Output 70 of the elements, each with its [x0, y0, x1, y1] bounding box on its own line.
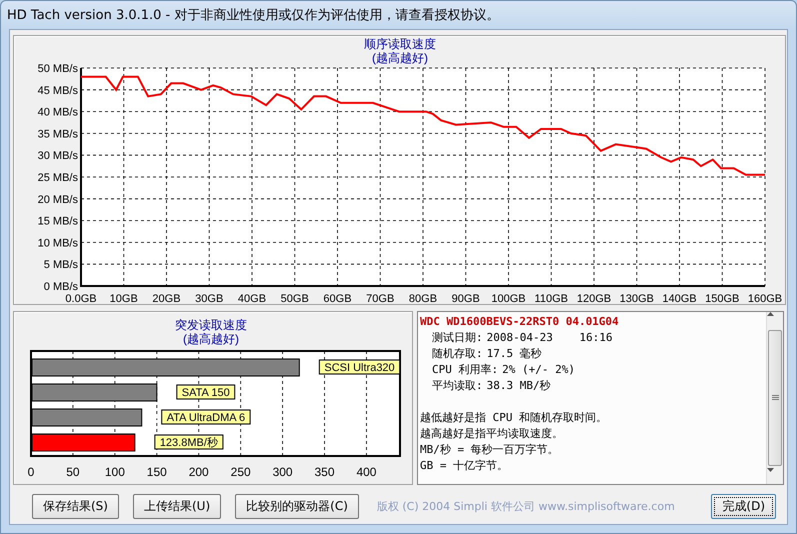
axis-label: 80GB — [408, 293, 438, 304]
axis-label: 30GB — [195, 293, 224, 304]
axis-label: 60GB — [323, 293, 352, 304]
stat-label: 随机存取: — [432, 346, 483, 362]
grip-icon — [772, 395, 778, 401]
chart-title: 顺序读取速度 — [364, 37, 436, 51]
axis-label: 45 MB/s — [38, 84, 78, 97]
axis-label: 40GB — [238, 293, 266, 304]
done-button[interactable]: 完成(D) — [711, 494, 776, 518]
axis-label: 35 MB/s — [38, 128, 78, 140]
axis-label: 120GB — [576, 293, 612, 304]
bar-label: 123.8MB/秒 — [154, 434, 224, 450]
axis-label: 0.0GB — [65, 293, 97, 304]
axis-label: 20GB — [152, 293, 181, 304]
axis-label: 15 MB/s — [38, 216, 78, 228]
axis-label: 50GB — [280, 293, 309, 304]
y-tick-label: 123.8MB/秒 — [160, 437, 218, 449]
axis-label: 10 MB/s — [38, 237, 78, 250]
axis-label: 110GB — [534, 293, 568, 304]
bar-label: SCSI Ultra320 — [318, 360, 400, 374]
axis-label: 50 — [66, 465, 80, 479]
stat-value: 2008-04-23 16:16 — [486, 330, 612, 346]
axis-label: 0 — [28, 465, 34, 479]
axis-label: 5 MB/s — [44, 259, 78, 272]
note-text: GB = 十亿字节。 — [420, 458, 510, 474]
axis-label: 70GB — [366, 293, 394, 304]
copyright-text: 版权 (C) 2004 Simpli 软件公司 www.simplisoftware.com — [376, 498, 676, 514]
y-tick-label: ATA UltraDMA 6 — [166, 412, 246, 424]
note-text: 越高越好是指平均读取速度。 — [420, 426, 564, 442]
note-text: MB/秒 = 每秒一百万字节。 — [420, 442, 560, 458]
chart-subtitle: (越高越好) — [183, 332, 239, 346]
action-button[interactable]: 保存结果(S) — [32, 494, 119, 518]
axis-label: 150GB — [705, 293, 740, 304]
axis-label: 130GB — [620, 293, 654, 304]
stat-value: 38.3 MB/秒 — [486, 378, 551, 394]
stat-label: 平均读取: — [432, 378, 483, 394]
window-title: HD Tach version 3.0.1.0 - 对于非商业性使用或仅作为评估使用，请查看授权协议。 — [6, 7, 500, 25]
axis-label: 10GB — [110, 293, 138, 304]
action-button[interactable]: 比较别的驱动器(C) — [235, 494, 359, 518]
axis-label: 30 MB/s — [38, 150, 78, 162]
axis-label: 140GB — [662, 293, 697, 304]
bar-label: ATA UltraDMA 6 — [161, 410, 251, 424]
axis-label: 250 — [230, 465, 251, 479]
scrollbar[interactable] — [766, 312, 783, 484]
chart-title: 突发读取速度 — [175, 318, 247, 332]
axis-label: 20 MB/s — [38, 194, 78, 206]
axis-label: 160GB — [748, 293, 782, 304]
y-tick-label: SCSI Ultra320 — [324, 362, 395, 374]
axis-label: 200 — [188, 465, 209, 479]
action-button[interactable]: 上传结果(U) — [132, 494, 222, 518]
axis-label: 40 MB/s — [38, 106, 78, 119]
chart-subtitle: (越高越好) — [372, 51, 428, 65]
stat-label: CPU 利用率: — [432, 362, 498, 378]
axis-label: 150 — [146, 465, 167, 479]
axis-label: 300 — [272, 465, 293, 479]
y-tick-label: SATA 150 — [182, 387, 230, 399]
axis-label: 350 — [314, 465, 335, 479]
bar-label: SATA 150 — [176, 384, 236, 400]
axis-label: 100 — [104, 465, 125, 479]
stat-label: 测试日期: — [432, 330, 483, 346]
stat-value: 2% (+/- 2%) — [502, 362, 575, 378]
axis-label: 100GB — [491, 293, 526, 304]
axis-label: 50 MB/s — [38, 63, 78, 75]
note-text: 越低越好是指 CPU 和随机存取时间。 — [420, 410, 608, 426]
axis-label: 90GB — [452, 293, 480, 304]
axis-label: 0 MB/s — [44, 281, 78, 293]
drive-model: WDC WD1600BEVS-22RST0 04.01G04 — [420, 314, 620, 330]
axis-label: 400 — [356, 465, 376, 479]
stat-value: 17.5 毫秒 — [486, 346, 542, 362]
axis-label: 25 MB/s — [38, 172, 78, 184]
